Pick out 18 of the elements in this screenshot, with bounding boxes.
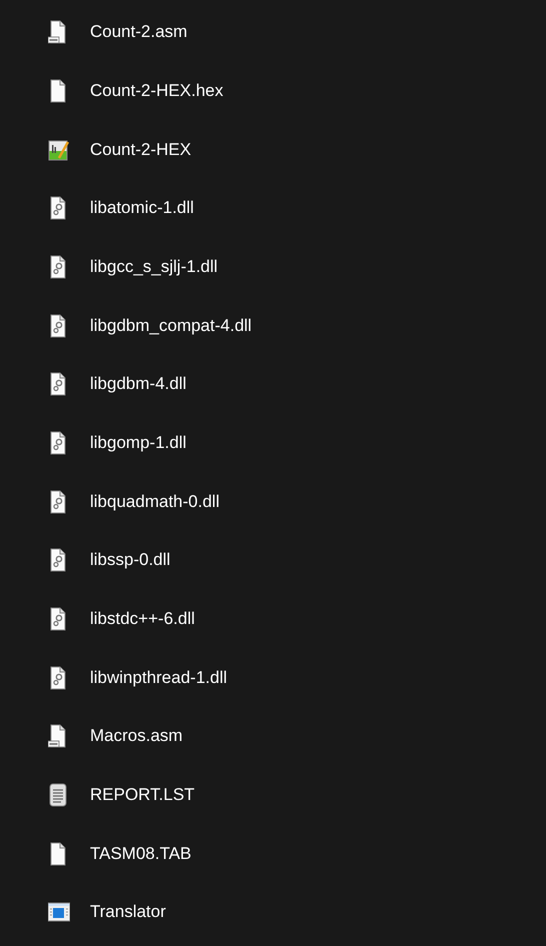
file-name[interactable]: libgomp-1.dll [90, 432, 186, 453]
file-name[interactable]: libssp-0.dll [90, 550, 170, 570]
file-name[interactable]: REPORT.LST [90, 784, 195, 805]
file-name[interactable]: libwinpthread-1.dll [90, 668, 228, 688]
file-name[interactable]: Translator [90, 902, 166, 922]
file-name[interactable]: libgdbm-4.dll [90, 374, 186, 394]
file-name[interactable]: libatomic-1.dll [90, 198, 194, 218]
file-name[interactable]: Count-2-HEX [90, 140, 192, 160]
file-name[interactable]: libgcc_s_sjlj-1.dll [90, 256, 218, 277]
file-name[interactable]: Count-2-HEX.hex [90, 80, 224, 101]
application-window-icon [48, 900, 70, 924]
file-name[interactable]: Macros.asm [90, 726, 183, 746]
chart-document-icon [48, 138, 70, 162]
file-name[interactable]: TASM08.TAB [90, 844, 192, 864]
file-name[interactable]: Count-2.asm [90, 22, 188, 42]
file-name[interactable]: libstdc++-6.dll [90, 608, 195, 629]
file-name[interactable]: libquadmath-0.dll [90, 492, 220, 512]
file-name[interactable]: libgdbm_compat-4.dll [90, 316, 252, 336]
